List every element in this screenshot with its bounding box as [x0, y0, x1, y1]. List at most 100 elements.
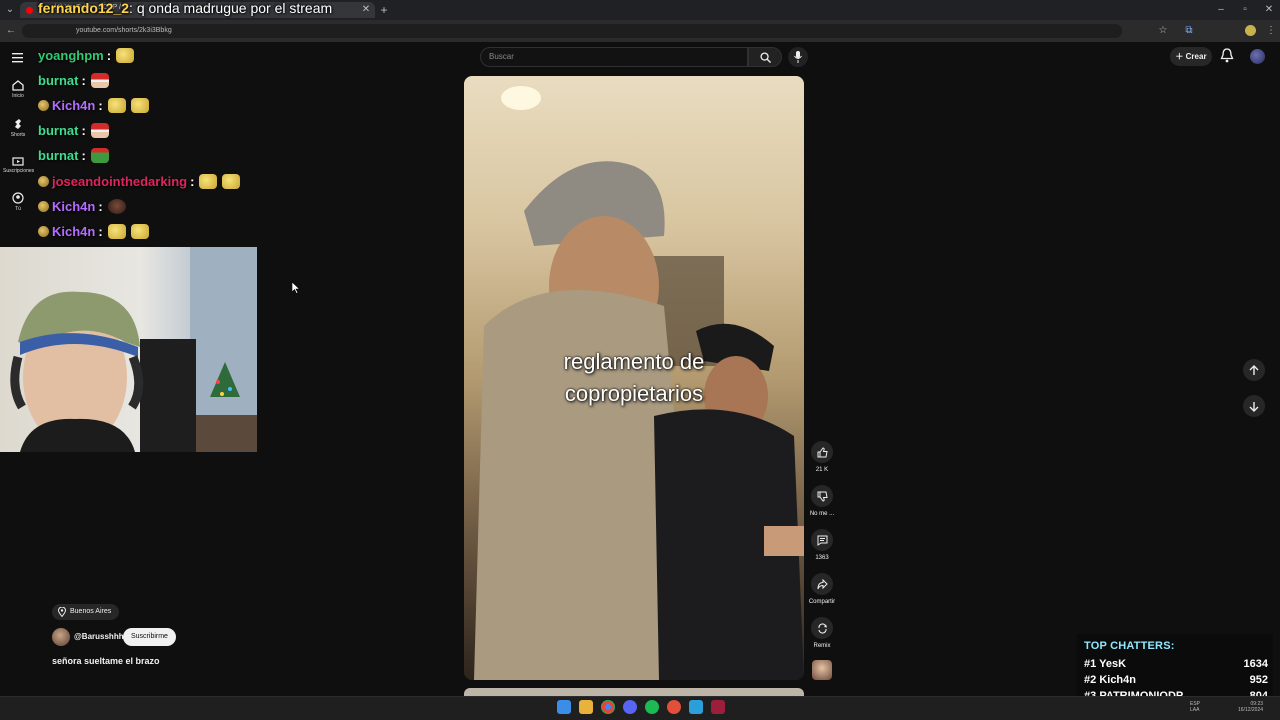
previous-short-button[interactable]: [1243, 359, 1265, 381]
home-icon: [12, 80, 24, 91]
nav-label: Tú: [15, 206, 21, 212]
emote-icon: [107, 98, 126, 113]
maximize-icon[interactable]: ▫: [1238, 0, 1252, 20]
chatter-name: YesK: [1099, 658, 1127, 670]
spotify-icon[interactable]: [645, 700, 659, 714]
hamburger-menu-icon[interactable]: [12, 50, 23, 68]
location-chip[interactable]: Buenos Aires: [52, 604, 120, 620]
new-tab-icon[interactable]: +: [377, 0, 391, 20]
account-avatar[interactable]: [1250, 49, 1265, 64]
nav-item-you[interactable]: Tú: [3, 192, 33, 212]
santa-emote-icon: [90, 73, 109, 88]
discord-icon[interactable]: [623, 700, 637, 714]
close-window-icon[interactable]: ✕: [1262, 0, 1276, 20]
profile-avatar[interactable]: [1245, 25, 1256, 36]
chatter-count: 1634: [1243, 658, 1268, 670]
language-indicator[interactable]: ESP LAA: [1190, 701, 1200, 713]
thumbs-down-icon: [817, 491, 828, 502]
chrome-icon[interactable]: [601, 700, 615, 714]
browser-menu-icon[interactable]: ⋮: [1264, 21, 1278, 41]
video-title: señora sueltame el brazo: [52, 656, 160, 666]
dislike-button[interactable]: No me ...: [808, 485, 836, 517]
video-caption: reglamento de copropietarios: [464, 346, 804, 410]
emote-icon: [130, 224, 149, 239]
nav-label: Suscripciones: [3, 168, 35, 174]
channel-avatar[interactable]: [52, 628, 70, 646]
search-button[interactable]: [748, 47, 782, 67]
chat-message: Kich4n:: [38, 199, 126, 214]
chat-username: yoanghpm: [38, 48, 104, 63]
clock-date: 16/12/2024: [1238, 707, 1264, 713]
arrow-down-icon: [1249, 401, 1259, 412]
nav-item-home[interactable]: Inicio: [3, 80, 33, 99]
chat-message: Kich4n:: [38, 224, 149, 239]
share-icon: [817, 578, 828, 589]
start-menu-icon[interactable]: [557, 700, 571, 714]
bookmark-star-icon[interactable]: ☆: [1156, 21, 1170, 41]
subscriptions-icon: [12, 157, 24, 166]
like-button[interactable]: 21 K: [808, 441, 836, 473]
comments-button[interactable]: 1363: [808, 529, 836, 561]
voice-search-button[interactable]: [788, 47, 808, 67]
location-pin-icon: [58, 607, 66, 617]
tab-search-icon[interactable]: ⌄: [3, 0, 17, 20]
channel-name[interactable]: @Barusshhh: [74, 632, 124, 641]
url-field[interactable]: [22, 24, 1122, 38]
youtube-favicon-icon: [26, 7, 33, 14]
notifications-bell-icon[interactable]: [1220, 48, 1236, 64]
windows-taskbar: [0, 696, 1280, 720]
streamer-image: [10, 247, 257, 452]
arrow-up-icon: [1249, 364, 1259, 375]
back-icon[interactable]: ←: [4, 21, 18, 41]
emote-icon: [199, 174, 218, 189]
location-label: Buenos Aires: [70, 608, 112, 615]
shorts-icon: [15, 119, 21, 129]
minimize-icon[interactable]: –: [1214, 0, 1228, 20]
nav-item-shorts[interactable]: Shorts: [3, 118, 33, 138]
close-tab-icon[interactable]: ✕: [359, 0, 373, 20]
clock[interactable]: 09:23 16/12/2024: [1238, 701, 1263, 713]
chat-message: burnat:: [38, 123, 109, 138]
nav-item-subscriptions[interactable]: Suscripciones: [3, 155, 35, 174]
top-chatters-title: TOP CHATTERS:: [1084, 640, 1175, 652]
chat-message: burnat:: [38, 73, 109, 88]
chat-badge-icon: [38, 176, 49, 187]
app-icon[interactable]: [667, 700, 681, 714]
chatter-count: 952: [1249, 674, 1268, 686]
like-count: 21 K: [815, 467, 829, 473]
thumbs-up-icon: [817, 446, 828, 457]
share-button[interactable]: Compartir: [808, 573, 836, 605]
remix-button[interactable]: Remix: [808, 617, 836, 649]
sound-thumbnail[interactable]: [812, 660, 832, 680]
app-icon[interactable]: [689, 700, 703, 714]
top-chatter-row: #2 Kich4n 952: [1084, 674, 1268, 686]
extension-icon[interactable]: ⧉: [1182, 21, 1196, 41]
chat-username: Kich4n: [52, 199, 96, 214]
caption-line-2: copropietarios: [564, 381, 704, 406]
emote-icon: [222, 174, 241, 189]
chat-badge-icon: [38, 201, 49, 212]
next-short-button[interactable]: [1243, 395, 1265, 417]
comment-count: 1363: [815, 555, 829, 561]
file-explorer-icon[interactable]: [579, 700, 593, 714]
chat-username: burnat: [38, 148, 79, 163]
nav-label: Shorts: [10, 132, 26, 138]
share-label: Compartir: [808, 599, 836, 605]
chatter-rank: #2: [1084, 674, 1097, 686]
plus-icon: ＋: [1175, 52, 1184, 61]
chatter-rank: #1: [1084, 658, 1097, 670]
chat-username: joseandointhedarking: [52, 174, 188, 189]
next-short-preview[interactable]: [464, 688, 804, 696]
obs-app-icon[interactable]: [711, 700, 725, 714]
chat-username: Kich4n: [52, 224, 96, 239]
subscribe-button[interactable]: Suscribirme: [123, 628, 176, 646]
caption-line-1: reglamento de: [563, 349, 705, 374]
chat-message: joseandointhedarking:: [38, 174, 241, 189]
search-input[interactable]: [480, 47, 748, 67]
lang-layout-label: LAA: [1190, 707, 1200, 713]
emote-icon: [116, 48, 135, 63]
comment-icon: [817, 535, 827, 546]
create-button[interactable]: ＋ Crear: [1170, 47, 1212, 66]
search-placeholder: Buscar: [489, 52, 514, 61]
elf-emote-icon: [90, 148, 109, 163]
